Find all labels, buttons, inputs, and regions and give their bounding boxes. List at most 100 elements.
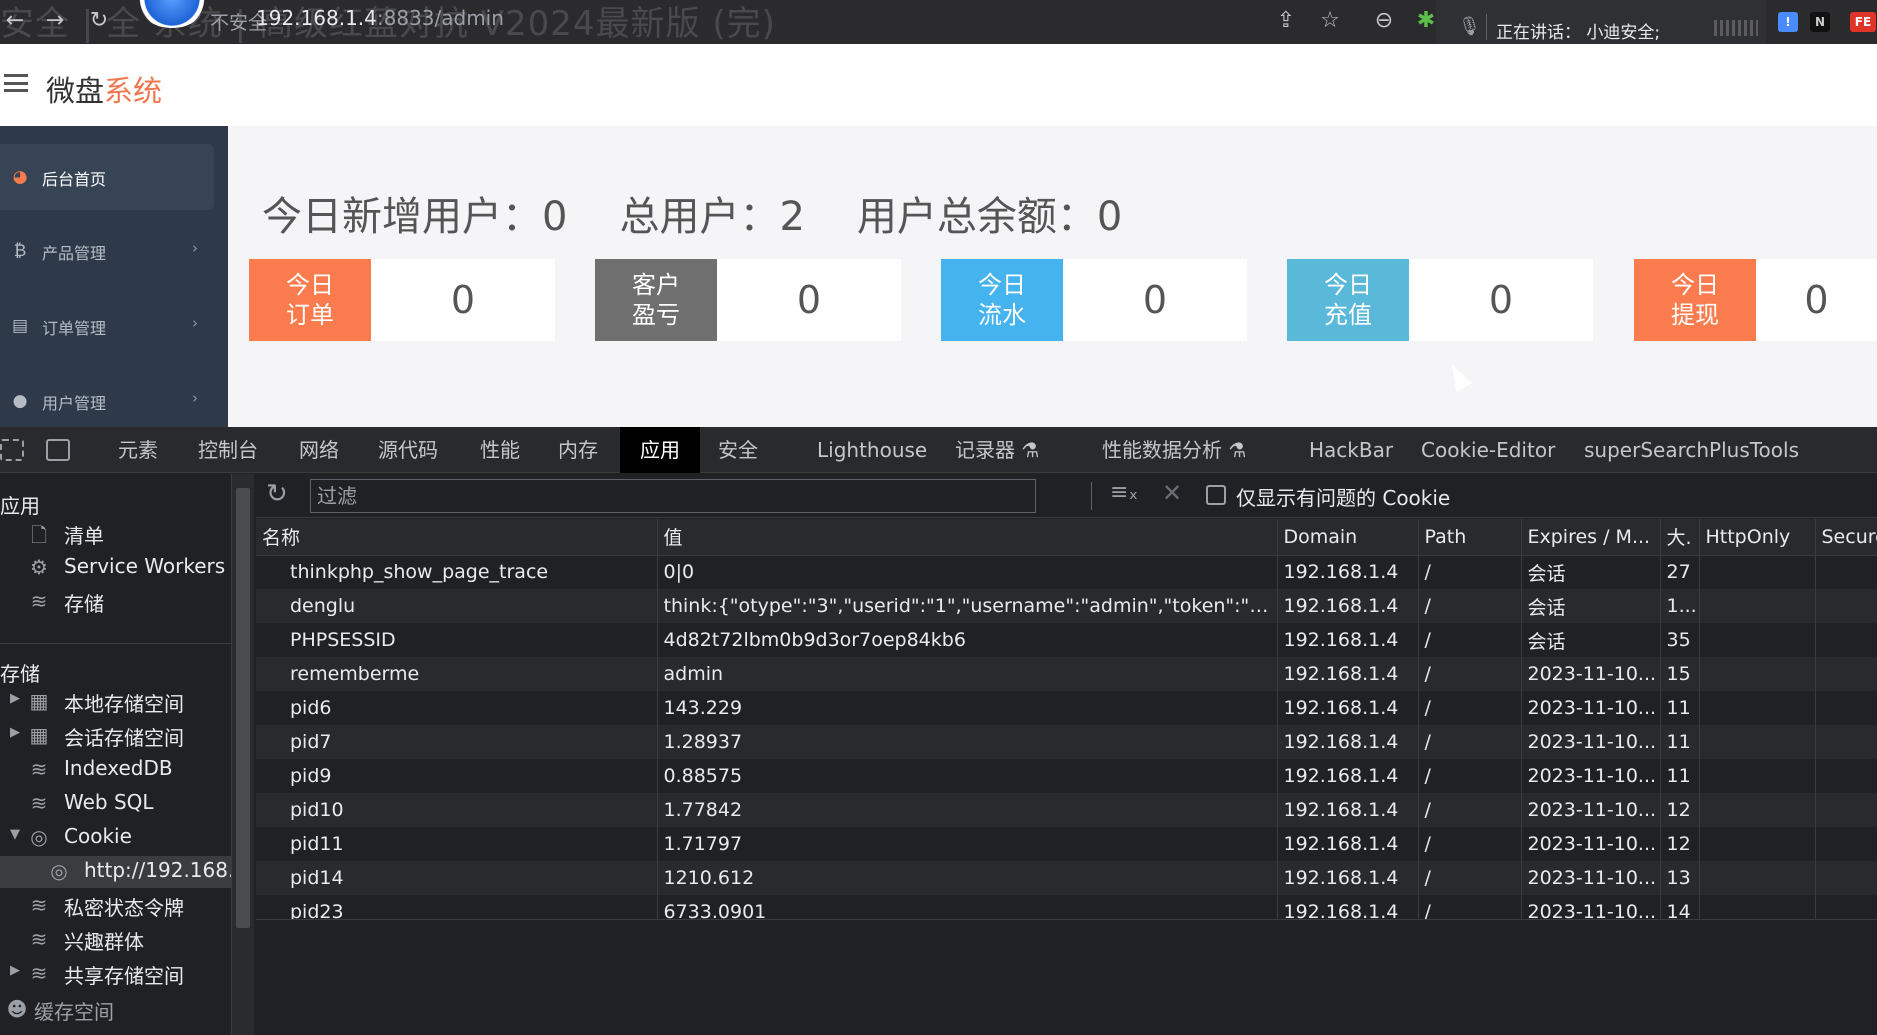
cell-httponly[interactable] bbox=[1699, 759, 1816, 793]
cell-domain[interactable]: 192.168.1.4 bbox=[1277, 861, 1419, 895]
extension-n-icon[interactable]: N bbox=[1810, 12, 1830, 32]
table-row[interactable]: thinkphp_show_page_trace 0|0 192.168.1.4/会… bbox=[256, 555, 1877, 589]
cell-secure[interactable] bbox=[1815, 589, 1877, 623]
cell-value[interactable]: 1.71797 bbox=[657, 827, 1278, 861]
column-header-domain[interactable]: Domain bbox=[1277, 519, 1419, 556]
cell-path[interactable]: / bbox=[1418, 589, 1522, 623]
cell-httponly[interactable] bbox=[1699, 827, 1816, 861]
cell-secure[interactable] bbox=[1815, 623, 1877, 657]
cell-secure[interactable] bbox=[1815, 759, 1877, 793]
cell-size[interactable]: 11 bbox=[1660, 691, 1700, 725]
cell-path[interactable]: / bbox=[1418, 691, 1522, 725]
tab-elements[interactable]: 元素 bbox=[118, 427, 158, 473]
cell-expires[interactable]: 会话 bbox=[1521, 623, 1661, 657]
tab-memory[interactable]: 内存 bbox=[558, 427, 598, 473]
table-row[interactable]: pid9 0.88575 192.168.1.4/2023-11-10... 11 bbox=[256, 759, 1877, 793]
cell-secure[interactable] bbox=[1815, 691, 1877, 725]
cell-name[interactable]: pid23 bbox=[256, 895, 658, 919]
cell-value[interactable]: 1.28937 bbox=[657, 725, 1278, 759]
tree-item-cookie-origin[interactable]: ◎ http://192.168.1.4 bbox=[0, 856, 231, 888]
cell-size[interactable]: 12 bbox=[1660, 827, 1700, 861]
cell-secure[interactable] bbox=[1815, 793, 1877, 827]
cell-size[interactable]: 13 bbox=[1660, 861, 1700, 895]
tree-item-indexeddb[interactable]: ≋ IndexedDB bbox=[0, 754, 231, 786]
cell-value[interactable]: think:{"otype":"3","userid":"1","usernam… bbox=[657, 589, 1278, 623]
cell-domain[interactable]: 192.168.1.4 bbox=[1277, 895, 1419, 919]
cell-name[interactable]: PHPSESSID bbox=[256, 623, 658, 657]
cell-httponly[interactable] bbox=[1699, 725, 1816, 759]
column-header-httponly[interactable]: HttpOnly bbox=[1699, 519, 1816, 556]
tree-item-manifest[interactable]: 🗋 清单 bbox=[0, 518, 231, 550]
cell-size[interactable]: 11 bbox=[1660, 759, 1700, 793]
cell-domain[interactable]: 192.168.1.4 bbox=[1277, 725, 1419, 759]
column-header-name[interactable]: 名称 bbox=[256, 519, 658, 556]
only-issues-label[interactable]: 仅显示有问题的 Cookie bbox=[1236, 482, 1450, 511]
cell-httponly[interactable] bbox=[1699, 623, 1816, 657]
device-toolbar-icon[interactable] bbox=[46, 439, 70, 461]
cell-path[interactable]: / bbox=[1418, 725, 1522, 759]
tree-item-web-sql[interactable]: ≋ Web SQL bbox=[0, 788, 231, 820]
cell-expires[interactable]: 2023-11-10... bbox=[1521, 895, 1661, 919]
cell-path[interactable]: / bbox=[1418, 827, 1522, 861]
cell-name[interactable]: rememberme bbox=[256, 657, 658, 691]
cell-path[interactable]: / bbox=[1418, 657, 1522, 691]
cell-secure[interactable] bbox=[1815, 555, 1877, 589]
column-header-expires[interactable]: Expires / M... bbox=[1521, 519, 1661, 556]
forward-icon[interactable]: → bbox=[40, 6, 70, 36]
cell-value[interactable]: 4d82t72lbm0b9d3or7oep84kb6 bbox=[657, 623, 1278, 657]
cell-path[interactable]: / bbox=[1418, 793, 1522, 827]
cell-size[interactable]: 14 bbox=[1660, 895, 1700, 919]
cell-secure[interactable] bbox=[1815, 861, 1877, 895]
cell-path[interactable]: / bbox=[1418, 555, 1522, 589]
bookmark-star-icon[interactable]: ☆ bbox=[1316, 6, 1344, 36]
cell-name[interactable]: pid6 bbox=[256, 691, 658, 725]
tree-item-private-state-tokens[interactable]: ≋ 私密状态令牌 bbox=[0, 890, 231, 922]
cell-value[interactable]: 6733.0901 bbox=[657, 895, 1278, 919]
tree-item-cookie[interactable]: ▼ ◎ Cookie bbox=[0, 822, 231, 854]
cell-size[interactable]: 27 bbox=[1660, 555, 1700, 589]
table-row[interactable]: pid14 1210.612 192.168.1.4/2023-11-10... 13 bbox=[256, 861, 1877, 895]
sidebar-scrollbar[interactable] bbox=[232, 474, 254, 1035]
scrollbar-thumb[interactable] bbox=[236, 488, 250, 928]
extension-fe-icon[interactable]: FE bbox=[1850, 12, 1876, 32]
filter-input[interactable] bbox=[310, 479, 1036, 513]
cell-domain[interactable]: 192.168.1.4 bbox=[1277, 623, 1419, 657]
cell-name[interactable]: pid7 bbox=[256, 725, 658, 759]
cell-httponly[interactable] bbox=[1699, 861, 1816, 895]
column-header-size[interactable]: 大. bbox=[1660, 519, 1700, 556]
cell-httponly[interactable] bbox=[1699, 657, 1816, 691]
tree-item-shared-storage[interactable]: ▶ ≋ 共享存储空间 bbox=[0, 958, 231, 990]
cell-httponly[interactable] bbox=[1699, 793, 1816, 827]
caret-right-icon[interactable]: ▶ bbox=[10, 963, 20, 978]
table-row[interactable]: pid7 1.28937 192.168.1.4/2023-11-10... 11 bbox=[256, 725, 1877, 759]
tab-network[interactable]: 网络 bbox=[299, 427, 339, 473]
menu-toggle-icon[interactable] bbox=[4, 74, 28, 92]
column-header-path[interactable]: Path bbox=[1418, 519, 1522, 556]
cell-path[interactable]: / bbox=[1418, 623, 1522, 657]
tab-cookie-editor[interactable]: Cookie-Editor bbox=[1421, 427, 1555, 473]
sidebar-item-dashboard[interactable]: ◕ 后台首页 bbox=[0, 144, 214, 210]
cell-name[interactable]: thinkphp_show_page_trace bbox=[256, 555, 658, 589]
tab-application[interactable]: 应用 bbox=[620, 427, 700, 473]
cell-expires[interactable]: 2023-11-10... bbox=[1521, 827, 1661, 861]
cell-secure[interactable] bbox=[1815, 725, 1877, 759]
cell-size[interactable]: 12 bbox=[1660, 793, 1700, 827]
extension-badge-icon[interactable]: ! bbox=[1778, 12, 1798, 32]
tab-recorder[interactable]: 记录器 ⚗ bbox=[955, 427, 1039, 473]
table-row[interactable]: rememberme admin 192.168.1.4/2023-11-10...… bbox=[256, 657, 1877, 691]
tab-sources[interactable]: 源代码 bbox=[378, 427, 438, 473]
address-bar[interactable]: 192.168.1.4:8833/admin bbox=[256, 6, 504, 30]
tree-item-interest-groups[interactable]: ≋ 兴趣群体 bbox=[0, 924, 231, 956]
cell-domain[interactable]: 192.168.1.4 bbox=[1277, 691, 1419, 725]
caret-right-icon[interactable]: ▶ bbox=[10, 691, 20, 706]
tab-hackbar[interactable]: HackBar bbox=[1309, 427, 1393, 473]
sidebar-item-products[interactable]: ₿ 产品管理 › bbox=[0, 218, 228, 284]
cell-expires[interactable]: 2023-11-10... bbox=[1521, 657, 1661, 691]
cell-size[interactable]: 35 bbox=[1660, 623, 1700, 657]
cell-value[interactable]: 1210.612 bbox=[657, 861, 1278, 895]
tree-item-session-storage[interactable]: ▶ ▦ 会话存储空间 bbox=[0, 720, 231, 752]
tree-item-local-storage[interactable]: ▶ ▦ 本地存储空间 bbox=[0, 686, 231, 718]
share-icon[interactable]: ⇪ bbox=[1272, 6, 1300, 36]
cell-secure[interactable] bbox=[1815, 895, 1877, 919]
cell-domain[interactable]: 192.168.1.4 bbox=[1277, 657, 1419, 691]
